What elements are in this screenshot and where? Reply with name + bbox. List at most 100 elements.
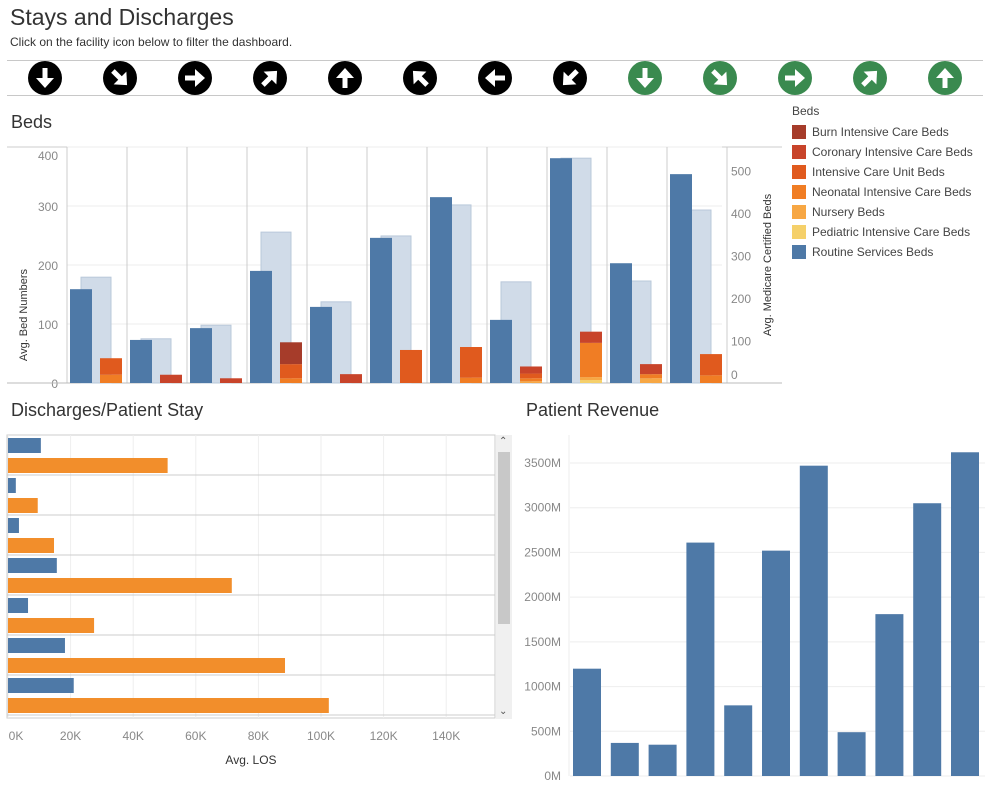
- y-axis-label: Avg. Bed Numbers: [18, 268, 30, 361]
- legend-item[interactable]: Nursery Beds: [792, 202, 973, 222]
- x-tick-label: 20K: [60, 729, 81, 743]
- discharges-chart: 0K 20K 40K 60K 80K 100K 120K 140K Avg. LOS: [6, 434, 496, 767]
- stacked-bar-segment: [580, 380, 602, 383]
- stacked-bar-segment: [580, 331, 602, 343]
- revenue-bar: [686, 542, 715, 776]
- legend-item[interactable]: Intensive Care Unit Beds: [792, 162, 973, 182]
- stacked-bar-segment: [100, 358, 122, 375]
- y2-axis-label: Avg. Medicare Certified Beds: [762, 193, 774, 336]
- stacked-bar-segment: [520, 378, 542, 382]
- legend-item[interactable]: Burn Intensive Care Beds: [792, 122, 973, 142]
- discharges-title: Discharges/Patient Stay: [11, 400, 204, 420]
- facility-filter-arrow-up-right-icon[interactable]: [253, 61, 287, 95]
- legend-label: Burn Intensive Care Beds: [812, 125, 949, 139]
- y-tick-label: 2000M: [524, 590, 561, 604]
- facility-filter-arrow-up-left-icon[interactable]: [403, 61, 437, 95]
- y-tick-label: 2500M: [524, 545, 561, 559]
- legend-swatch: [792, 245, 806, 259]
- routine-bar: [370, 237, 392, 383]
- stacked-bar-segment: [640, 374, 662, 379]
- bar: [8, 498, 38, 513]
- legend-item[interactable]: Routine Services Beds: [792, 242, 973, 262]
- bar: [8, 518, 19, 533]
- stacked-bar-segment: [460, 347, 482, 378]
- revenue-bar: [762, 550, 790, 776]
- y-tick-label: 3500M: [524, 456, 561, 470]
- x-tick-label: 40K: [123, 729, 144, 743]
- legend-swatch: [792, 225, 806, 239]
- scrollbar-thumb[interactable]: [498, 452, 510, 624]
- x-tick-label: 60K: [185, 729, 206, 743]
- legend-label: Neonatal Intensive Care Beds: [812, 185, 972, 199]
- y-tick-label: 0M: [544, 769, 561, 783]
- bar: [8, 558, 57, 573]
- x-tick-label: 80K: [248, 729, 269, 743]
- facility-filter-arrow-up-icon[interactable]: [928, 61, 962, 95]
- bar: [8, 658, 286, 673]
- plot-border: [6, 434, 496, 719]
- y-tick-label: 1000M: [524, 680, 561, 694]
- y-tick-label: 1500M: [524, 635, 561, 649]
- facility-filter-arrow-down-right-icon[interactable]: [703, 61, 737, 95]
- y-tick-label: 400: [38, 149, 58, 163]
- routine-bar: [670, 174, 692, 383]
- dashboard-title: Stays and Discharges: [10, 4, 234, 30]
- beds-legend: Beds Burn Intensive Care Beds Coronary In…: [792, 104, 973, 262]
- facility-filter-arrow-left-icon[interactable]: [478, 61, 512, 95]
- legend-label: Pediatric Intensive Care Beds: [812, 225, 971, 239]
- facility-filter-arrow-down-left-icon[interactable]: [553, 61, 587, 95]
- routine-bar: [610, 263, 632, 383]
- legend-label: Coronary Intensive Care Beds: [812, 145, 973, 159]
- stacked-bar-segment: [520, 366, 542, 374]
- routine-bar: [550, 158, 572, 383]
- y-tick-label: 200: [38, 259, 58, 273]
- revenue-bar: [837, 732, 866, 776]
- facility-filter-arrow-down-icon[interactable]: [628, 61, 662, 95]
- x-tick-label: 0K: [9, 729, 24, 743]
- stacked-bar-segment: [220, 378, 242, 383]
- revenue-bar: [610, 742, 639, 776]
- bar: [8, 478, 16, 493]
- dashboard-subtitle: Click on the facility icon below to filt…: [10, 35, 293, 49]
- legend-swatch: [792, 125, 806, 139]
- legend-swatch: [792, 185, 806, 199]
- revenue-bar: [951, 452, 979, 776]
- revenue-title: Patient Revenue: [526, 400, 660, 420]
- bar: [8, 638, 65, 653]
- stacked-bar-segment: [280, 378, 302, 383]
- scroll-down-icon[interactable]: ⌄: [499, 706, 507, 717]
- legend-label: Intensive Care Unit Beds: [812, 165, 945, 179]
- stacked-bar-segment: [280, 342, 302, 365]
- routine-bar: [130, 339, 152, 383]
- scroll-up-icon[interactable]: ⌃: [499, 436, 507, 447]
- y-tick-label: 300: [38, 200, 58, 214]
- y2-tick-label: 500: [731, 165, 751, 179]
- revenue-bar: [573, 668, 601, 776]
- facility-filter-arrow-right-icon[interactable]: [178, 61, 212, 95]
- bar: [8, 618, 95, 633]
- revenue-bar: [913, 503, 942, 776]
- x-tick-label: 140K: [432, 729, 460, 743]
- facility-filter-arrow-right-icon[interactable]: [778, 61, 812, 95]
- stacked-bar-segment: [700, 375, 722, 383]
- stacked-bar-segment: [580, 342, 602, 378]
- y2-tick-label: 100: [731, 335, 751, 349]
- facility-filter-arrow-down-icon[interactable]: [28, 61, 62, 95]
- beds-chart: 01002003004000100200300400500Avg. Bed Nu…: [7, 146, 782, 390]
- routine-bar: [190, 328, 212, 383]
- legend-item[interactable]: Pediatric Intensive Care Beds: [792, 222, 973, 242]
- legend-swatch: [792, 205, 806, 219]
- facility-filter-arrow-up-right-icon[interactable]: [853, 61, 887, 95]
- facility-filter-arrow-down-right-icon[interactable]: [103, 61, 137, 95]
- y2-tick-label: 0: [731, 368, 738, 382]
- legend-label: Routine Services Beds: [812, 245, 934, 259]
- facility-filter-arrow-up-icon[interactable]: [328, 61, 362, 95]
- y2-tick-label: 300: [731, 250, 751, 264]
- bar: [8, 578, 232, 593]
- y-tick-label: 3000M: [524, 501, 561, 515]
- bar: [8, 458, 168, 473]
- legend-item[interactable]: Neonatal Intensive Care Beds: [792, 182, 973, 202]
- legend-item[interactable]: Coronary Intensive Care Beds: [792, 142, 973, 162]
- legend-swatch: [792, 145, 806, 159]
- routine-bar: [70, 289, 92, 383]
